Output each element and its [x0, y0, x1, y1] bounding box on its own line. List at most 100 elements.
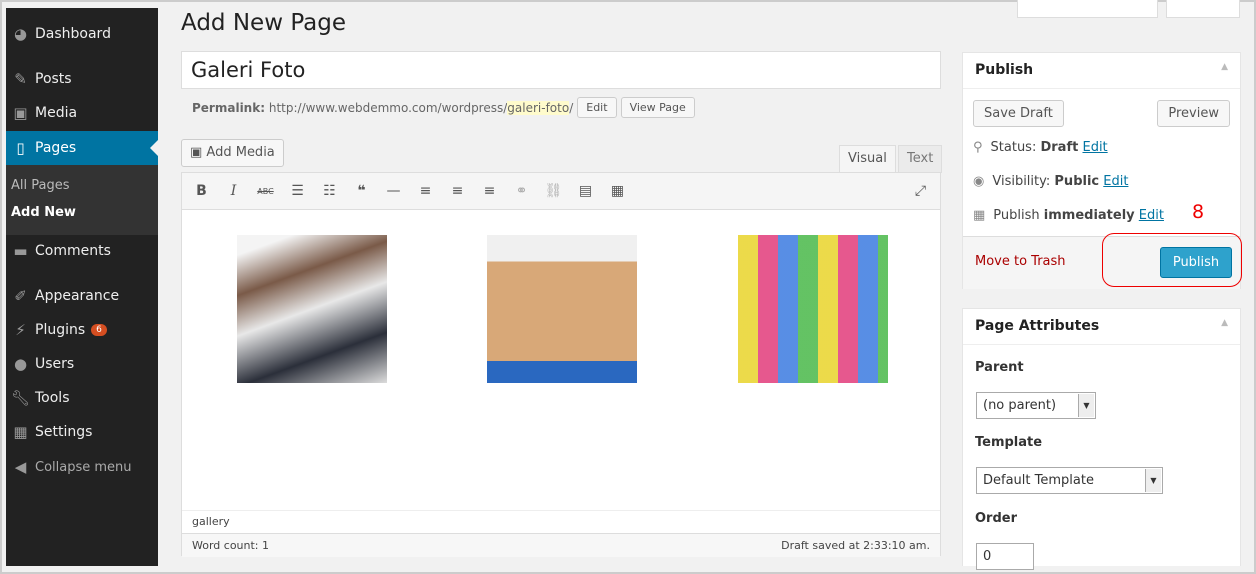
permalink-base: http://www.webdemmo.com/wordpress/: [268, 100, 508, 115]
align-center-icon[interactable]: ≡: [448, 183, 467, 199]
label: Media: [35, 105, 78, 121]
autosave-status: Draft saved at 2:33:10 am.: [781, 539, 930, 552]
permalink: Permalink: http://www.webdemmo.com/wordp…: [192, 97, 695, 118]
template-select[interactable]: Default Template ▼: [976, 467, 1163, 494]
submenu-all-pages[interactable]: All Pages: [11, 178, 70, 193]
title-input[interactable]: Galeri Foto: [181, 51, 941, 89]
preview-button[interactable]: Preview: [1157, 100, 1230, 127]
order-input[interactable]: 0: [976, 543, 1034, 570]
gallery-image-study-boxes[interactable]: [487, 235, 637, 383]
permalink-label: Permalink:: [192, 100, 266, 115]
blockquote-icon[interactable]: ❝: [352, 183, 371, 199]
label: Users: [35, 356, 75, 372]
read-more-icon[interactable]: ▤: [576, 183, 595, 199]
gallery-image-alphabet[interactable]: [738, 235, 888, 383]
view-page-button[interactable]: View Page: [620, 97, 695, 118]
permalink-trail: /: [569, 100, 574, 115]
collapse-arrow-icon[interactable]: ▲: [1221, 318, 1228, 335]
italic-icon[interactable]: I: [224, 183, 243, 199]
highlight-circle: [1102, 233, 1242, 287]
label: Comments: [35, 243, 111, 259]
add-media-button[interactable]: ▣ Add Media: [181, 139, 284, 167]
edit-status-link[interactable]: Edit: [1082, 140, 1107, 155]
label: Plugins: [35, 322, 86, 338]
link-icon[interactable]: ⚭: [512, 183, 531, 199]
collapse-arrow-icon[interactable]: ▲: [1221, 62, 1228, 79]
admin-sidebar: ◕ Dashboard ✎ Posts ▣ Media ▯ Pages All Page…: [6, 8, 158, 566]
sidebar-item-dashboard[interactable]: ◕ Dashboard: [6, 17, 158, 51]
pin-icon: ✎: [14, 70, 27, 88]
gallery-image-people[interactable]: [237, 235, 387, 383]
numbered-list-icon[interactable]: ☷: [320, 183, 339, 199]
settings-icon: ▦: [13, 423, 28, 441]
content-editor[interactable]: B I ABC ☰ ☷ ❝ — ≡ ≡ ≡ ⚭ ⛓ ▤ ▦ ⤢ gallery …: [181, 172, 941, 557]
sidebar-item-media[interactable]: ▣ Media: [6, 96, 158, 130]
eye-icon: ◉: [973, 174, 985, 189]
plugin-icon: ⚡: [15, 321, 26, 339]
bullet-list-icon[interactable]: ☰: [288, 183, 307, 199]
tab-visual[interactable]: Visual: [839, 145, 896, 173]
order-label: Order: [975, 511, 1017, 526]
parent-label: Parent: [975, 360, 1024, 375]
sidebar-item-users[interactable]: ● Users: [6, 347, 158, 381]
status-value: Draft: [1040, 140, 1079, 155]
calendar-icon: ▦: [973, 208, 986, 223]
template-value: Default Template: [983, 473, 1094, 488]
sidebar-item-tools[interactable]: 🔧︎ Tools: [6, 381, 158, 415]
schedule-value: immediately: [1043, 208, 1135, 223]
editor-toolbar: B I ABC ☰ ☷ ❝ — ≡ ≡ ≡ ⚭ ⛓ ▤ ▦ ⤢: [182, 173, 940, 210]
update-badge: 6: [91, 324, 107, 336]
sidebar-item-posts[interactable]: ✎ Posts: [6, 62, 158, 96]
label: Appearance: [35, 288, 120, 304]
label: Posts: [35, 71, 72, 87]
move-to-trash-link[interactable]: Move to Trash: [975, 254, 1066, 269]
save-draft-button[interactable]: Save Draft: [973, 100, 1064, 127]
edit-permalink-button[interactable]: Edit: [577, 97, 617, 118]
sidebar-item-settings[interactable]: ▦ Settings: [6, 415, 158, 449]
editor-status-bar: Word count: 1 Draft saved at 2:33:10 am.: [182, 533, 940, 557]
label: Dashboard: [35, 26, 111, 42]
tab-text[interactable]: Text: [898, 145, 943, 173]
parent-select[interactable]: (no parent) ▼: [976, 392, 1096, 419]
edit-schedule-link[interactable]: Edit: [1139, 208, 1164, 223]
align-left-icon[interactable]: ≡: [416, 183, 435, 199]
label: Tools: [35, 390, 70, 406]
editor-path: gallery: [182, 510, 940, 533]
comment-icon: ▬: [13, 242, 28, 260]
fullscreen-icon[interactable]: ⤢: [911, 183, 930, 199]
screen-options-tab[interactable]: [1017, 0, 1158, 18]
visibility-row: ◉ Visibility: Public Edit: [973, 174, 1128, 189]
status-row: ⚲ Status: Draft Edit: [973, 140, 1108, 155]
pages-icon: ▯: [16, 139, 25, 157]
pages-submenu: All Pages Add New: [6, 165, 158, 235]
sidebar-item-pages[interactable]: ▯ Pages: [6, 131, 158, 165]
toolbar-toggle-icon[interactable]: ▦: [608, 183, 627, 199]
user-icon: ●: [13, 355, 28, 373]
media-icon: ▣: [13, 104, 28, 122]
horizontal-rule-icon[interactable]: —: [384, 183, 403, 199]
dashboard-icon: ◕: [13, 25, 28, 43]
word-count: Word count: 1: [192, 539, 270, 552]
label: Pages: [35, 140, 77, 156]
unlink-icon[interactable]: ⛓: [544, 183, 563, 199]
page-attributes-box: Page Attributes ▲ Parent (no parent) ▼ Tem…: [962, 308, 1241, 570]
wrench-icon: 🔧︎: [10, 389, 31, 407]
bold-icon[interactable]: B: [192, 183, 211, 199]
sidebar-item-comments[interactable]: ▬ Comments: [6, 234, 158, 268]
dropdown-arrow-icon: ▼: [1078, 394, 1094, 417]
permalink-slug[interactable]: galeri-foto: [507, 100, 570, 115]
help-tab[interactable]: [1166, 0, 1240, 18]
align-right-icon[interactable]: ≡: [480, 183, 499, 199]
attributes-box-title: Page Attributes: [975, 318, 1100, 334]
edit-visibility-link[interactable]: Edit: [1103, 174, 1128, 189]
sidebar-item-plugins[interactable]: ⚡ Plugins 6: [6, 313, 158, 347]
parent-value: (no parent): [983, 398, 1057, 413]
label: Settings: [35, 424, 93, 440]
collapse-menu[interactable]: ◀ Collapse menu: [6, 450, 158, 484]
sidebar-item-appearance[interactable]: ✐ Appearance: [6, 279, 158, 313]
brush-icon: ✐: [14, 287, 27, 305]
schedule-label: Publish: [993, 208, 1040, 223]
label: Collapse menu: [35, 459, 132, 475]
strikethrough-icon[interactable]: ABC: [256, 187, 275, 196]
submenu-add-new[interactable]: Add New: [11, 205, 76, 220]
